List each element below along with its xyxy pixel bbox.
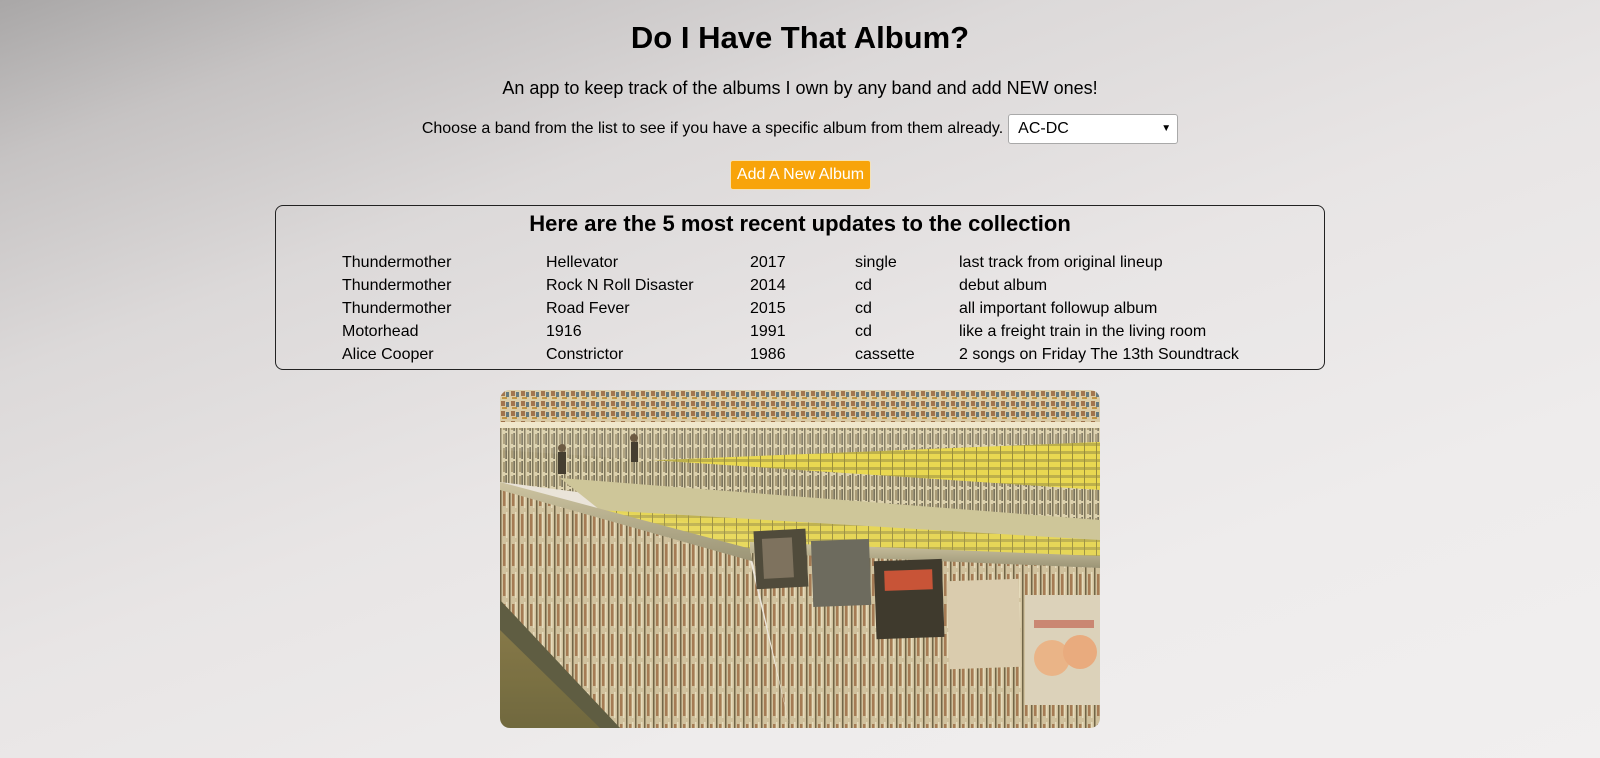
year-cell: 1986 xyxy=(750,346,786,363)
record-store-photo xyxy=(500,390,1100,728)
format-cell: single xyxy=(855,254,897,271)
year-cell: 2017 xyxy=(750,254,786,271)
format-cell: cd xyxy=(855,277,872,294)
add-album-button[interactable]: Add A New Album xyxy=(730,160,871,190)
table-row: Alice Cooper Constrictor 1986 cassette 2… xyxy=(342,343,1259,366)
band-cell: Alice Cooper xyxy=(342,346,434,363)
recent-updates-panel: Here are the 5 most recent updates to th… xyxy=(275,205,1325,370)
table-row: Thundermother Rock N Roll Disaster 2014 … xyxy=(342,274,1259,297)
recent-updates-heading: Here are the 5 most recent updates to th… xyxy=(529,211,1071,236)
page-title: Do I Have That Album? xyxy=(630,20,970,55)
page-subtitle: An app to keep track of the albums I own… xyxy=(502,78,1098,98)
band-select-value: AC-DC xyxy=(1018,120,1069,137)
note-cell: 2 songs on Friday The 13th Soundtrack xyxy=(959,346,1239,363)
year-cell: 2015 xyxy=(750,300,786,317)
album-cell: Hellevator xyxy=(546,254,619,271)
note-cell: like a freight train in the living room xyxy=(959,323,1207,340)
table-row: Thundermother Hellevator 2017 single las… xyxy=(342,251,1259,274)
table-row: Motorhead 1916 1991 cd like a freight tr… xyxy=(342,320,1259,343)
caret-down-icon: ▼ xyxy=(1161,123,1172,134)
format-cell: cd xyxy=(855,300,872,317)
format-cell: cd xyxy=(855,323,872,340)
band-cell: Thundermother xyxy=(342,300,452,317)
format-cell: cassette xyxy=(855,346,915,363)
band-chooser-label: Choose a band from the list to see if yo… xyxy=(421,120,1004,137)
band-select[interactable]: AC-DC ▼ xyxy=(1008,114,1179,144)
band-cell: Motorhead xyxy=(342,323,419,340)
band-cell: Thundermother xyxy=(342,254,452,271)
album-cell: Road Fever xyxy=(546,300,630,317)
year-cell: 1991 xyxy=(750,323,786,340)
album-cell: 1916 xyxy=(546,323,582,340)
note-cell: debut album xyxy=(959,277,1048,294)
album-cell: Constrictor xyxy=(546,346,624,363)
band-cell: Thundermother xyxy=(342,277,452,294)
note-cell: last track from original lineup xyxy=(959,254,1163,271)
album-cell: Rock N Roll Disaster xyxy=(546,277,694,294)
band-chooser: Choose a band from the list to see if yo… xyxy=(0,114,1600,144)
year-cell: 2014 xyxy=(750,277,786,294)
recent-updates-table: Thundermother Hellevator 2017 single las… xyxy=(342,251,1259,366)
table-row: Thundermother Road Fever 2015 cd all imp… xyxy=(342,297,1259,320)
note-cell: all important followup album xyxy=(959,300,1158,317)
